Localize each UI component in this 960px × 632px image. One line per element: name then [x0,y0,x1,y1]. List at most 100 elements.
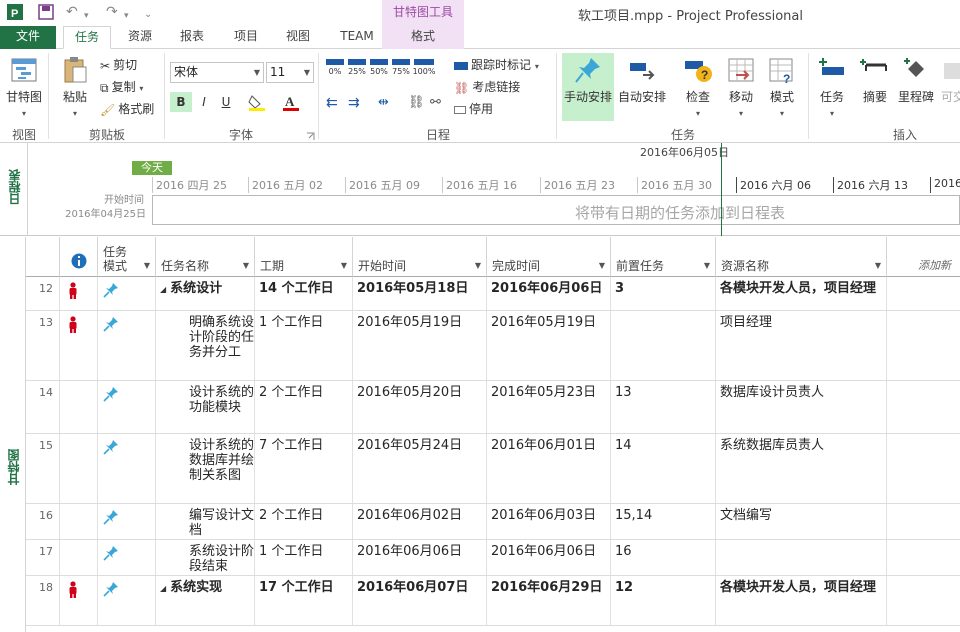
split-task-button[interactable]: ⇹ [378,93,389,113]
insert-task-button[interactable]: 任务 ▾ [814,53,850,119]
header-predecessors[interactable]: 前置任务 ▼ [611,237,716,277]
indicators-cell[interactable] [60,381,98,433]
deliverable-button[interactable]: 可交 [938,53,960,105]
gantt-chart-button[interactable]: 甘特图 ▾ [4,53,44,119]
resource-names-cell[interactable] [716,540,887,575]
paste-button[interactable]: 粘贴 ▾ [56,53,94,119]
row-id-cell[interactable]: 18 [26,576,60,625]
indent-button[interactable]: ⇉ [348,93,360,113]
task-mode-cell[interactable] [98,277,156,310]
finish-cell[interactable]: 2016年05月23日 [487,381,611,433]
mode-button[interactable]: ? 模式 ▾ [764,53,800,119]
unlink-tasks-button[interactable]: ⚯ [430,93,441,113]
redo-dropdown-icon[interactable]: ▾ [124,7,129,25]
indicators-cell[interactable] [60,311,98,380]
collapse-triangle-icon[interactable]: ◢ [160,285,166,294]
finish-cell[interactable]: 2016年06月03日 [487,504,611,539]
percent-complete-75-button[interactable]: 75% [390,57,412,77]
add-new-column-cell[interactable] [887,277,960,310]
table-row[interactable]: 13 明确系统设计阶段的任务并分工 1 个工作日 2016年05月19日 2016年05… [26,311,960,381]
chevron-down-icon[interactable]: ▼ [475,261,481,270]
indicators-cell[interactable] [60,576,98,625]
add-new-column-cell[interactable] [887,504,960,539]
table-row[interactable]: 18 ◢ 系统实现 17 个工作日 2016年06月07日 2016年06月29日 12 各模… [26,576,960,626]
resource-names-cell[interactable]: 项目经理 [716,311,887,380]
start-cell[interactable]: 2016年05月18日 [353,277,487,310]
duration-cell[interactable]: 2 个工作日 [255,504,353,539]
task-mode-cell[interactable] [98,381,156,433]
collapse-triangle-icon[interactable]: ◢ [160,584,166,593]
table-row[interactable]: 12 ◢ 系统设计 14 个工作日 2016年05月18日 2016年06月06日 3 各模块… [26,277,960,311]
add-new-column-cell[interactable] [887,540,960,575]
finish-cell[interactable]: 2016年06月06日 [487,277,611,310]
mark-on-track-button[interactable]: 跟踪时标记 ▾ [454,55,539,75]
task-mode-cell[interactable] [98,311,156,380]
tab-view[interactable]: 视图 [278,26,318,49]
tab-file[interactable]: 文件 [0,26,56,49]
header-add-column[interactable]: 添加新 [887,237,960,277]
tab-format[interactable]: 格式 [382,26,464,49]
table-row[interactable]: 15 设计系统的数据库并绘制关系图 7 个工作日 2016年05月24日 2016年06… [26,434,960,504]
highlight-color-button[interactable] [246,92,272,112]
task-name-cell[interactable]: ◢ 系统实现 [156,576,255,625]
duration-cell[interactable]: 2 个工作日 [255,381,353,433]
finish-cell[interactable]: 2016年06月01日 [487,434,611,503]
table-row[interactable]: 14 设计系统的功能模块 2 个工作日 2016年05月20日 2016年05月23日 1… [26,381,960,434]
save-icon[interactable] [38,3,54,21]
timeline-bar[interactable]: 将带有日期的任务添加到日程表 [152,195,960,225]
predecessors-cell[interactable]: 14 [611,434,716,503]
table-row[interactable]: 17 系统设计阶段结束 1 个工作日 2016年06月06日 2016年06月06日 16 [26,540,960,576]
percent-complete-25-button[interactable]: 25% [346,57,368,77]
duration-cell[interactable]: 1 个工作日 [255,540,353,575]
duration-cell[interactable]: 17 个工作日 [255,576,353,625]
tab-report[interactable]: 报表 [172,26,212,49]
start-cell[interactable]: 2016年06月07日 [353,576,487,625]
chevron-down-icon[interactable]: ▼ [144,261,150,270]
start-cell[interactable]: 2016年06月06日 [353,540,487,575]
header-indicators[interactable] [60,237,98,277]
auto-schedule-button[interactable]: 自动安排 [616,53,668,105]
chevron-down-icon[interactable]: ▼ [704,261,710,270]
header-resources[interactable]: 资源名称 ▼ [716,237,887,277]
start-cell[interactable]: 2016年05月19日 [353,311,487,380]
font-name-select[interactable]: 宋体 ▼ [170,62,264,83]
header-duration[interactable]: 工期 ▼ [255,237,353,277]
task-name-cell[interactable]: ◢ 系统设计 [156,277,255,310]
tab-project[interactable]: 项目 [226,26,266,49]
percent-complete-0-button[interactable]: 0% [324,57,346,77]
undo-icon[interactable]: ↶ [66,3,78,21]
bold-button[interactable]: B [170,92,192,112]
task-mode-cell[interactable] [98,576,156,625]
chevron-down-icon[interactable]: ▼ [341,261,347,270]
duration-cell[interactable]: 14 个工作日 [255,277,353,310]
percent-complete-50-button[interactable]: 50% [368,57,390,77]
summary-button[interactable]: 摘要 [858,53,892,105]
start-cell[interactable]: 2016年06月02日 [353,504,487,539]
outdent-button[interactable]: ⇇ [326,93,338,113]
task-name-cell[interactable]: 编写设计文档 [156,504,255,539]
header-finish[interactable]: 完成时间 ▼ [487,237,611,277]
indicators-cell[interactable] [60,434,98,503]
header-task-mode[interactable]: 任务 模式 ▼ [98,237,156,277]
task-name-cell[interactable]: 明确系统设计阶段的任务并分工 [156,311,255,380]
task-name-cell[interactable]: 设计系统的功能模块 [156,381,255,433]
dialog-launcher-icon[interactable] [306,132,315,141]
row-id-cell[interactable]: 14 [26,381,60,433]
percent-complete-100-button[interactable]: 100% [412,57,436,77]
duration-cell[interactable]: 7 个工作日 [255,434,353,503]
customize-toolbar-icon[interactable]: ⌄ [144,6,152,24]
tab-team[interactable]: TEAM [334,26,380,49]
indicators-cell[interactable] [60,504,98,539]
chevron-down-icon[interactable]: ▼ [875,261,881,270]
font-size-select[interactable]: 11 ▼ [266,62,314,83]
task-mode-cell[interactable] [98,434,156,503]
manual-schedule-button[interactable]: 手动安排 [562,53,614,121]
finish-cell[interactable]: 2016年05月19日 [487,311,611,380]
indicators-cell[interactable] [60,277,98,310]
add-new-column-cell[interactable] [887,576,960,625]
resource-names-cell[interactable]: 文档编写 [716,504,887,539]
indicators-cell[interactable] [60,540,98,575]
predecessors-cell[interactable]: 15,14 [611,504,716,539]
row-id-cell[interactable]: 13 [26,311,60,380]
font-color-button[interactable]: A [280,92,306,112]
